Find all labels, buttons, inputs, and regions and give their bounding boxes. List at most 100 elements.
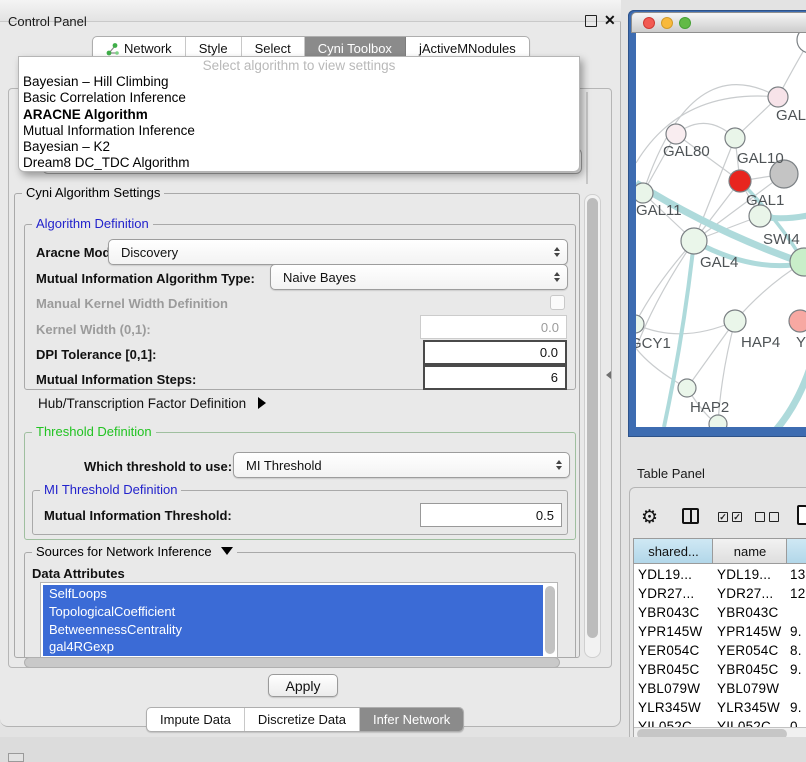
dropdown-item-bayesian-hill-climbing[interactable]: Bayesian – Hill Climbing [19,74,579,90]
unchecked-box-icon[interactable] [755,512,765,522]
table-row[interactable]: YBL079WYBL079W [634,679,806,698]
node-label: GAL [776,107,806,124]
cell [787,679,806,698]
column-header-name[interactable]: name [712,538,787,564]
node-partial-top[interactable] [797,33,806,53]
hub-section-label: Hub/Transcription Factor Definition [38,396,246,411]
mi-threshold-label: Mutual Information Threshold: [44,508,232,523]
tab-style-label: Style [199,41,228,56]
list-item-betweennesscentrality[interactable]: BetweennessCentrality [43,621,543,639]
node-gal11[interactable] [636,183,653,203]
table-row[interactable]: YLR345WYLR345W9. [634,698,806,717]
list-scrollbar-thumb[interactable] [545,586,555,654]
node-label: GAL4 [700,254,738,271]
column-header-partial[interactable] [786,538,806,564]
node-hap4[interactable] [724,310,746,332]
cell: 12 [787,584,806,603]
table-row[interactable]: YBR045CYBR045C9. [634,660,806,679]
node-label: Y [796,334,806,351]
split-columns-icon[interactable] [682,508,699,524]
settings-scrollbar-thumb[interactable] [587,198,598,638]
data-attributes-label: Data Attributes [32,566,125,581]
cell: 9. [787,660,806,679]
dropdown-item-basic-correlation[interactable]: Basic Correlation Inference [19,90,579,106]
node-gal1[interactable] [729,170,751,192]
network-canvas[interactable]: GAL GAL80 GAL10 GAL1 GAL11 GAL4 SWI4 GCY… [636,33,806,427]
node-bottom-partial[interactable] [709,415,727,427]
apply-button[interactable]: Apply [268,674,338,697]
cell: YIL052C [713,717,787,727]
settings-hscrollbar[interactable] [24,657,560,668]
table-row[interactable]: YDL19...YDL19...13 [634,565,806,584]
network-icon [106,42,119,56]
mi-steps-field[interactable]: 6 [423,365,567,390]
tab-impute-data[interactable]: Impute Data [147,708,245,731]
column-header-shared[interactable]: shared... [633,538,713,564]
cell: YPR145W [713,622,787,641]
checked-box-icon[interactable]: ✓ [732,512,742,522]
float-window-icon[interactable] [585,15,597,27]
mi-algorithm-type-combo[interactable]: Naive Bayes [270,264,568,290]
dropdown-item-dream8[interactable]: Dream8 DC_TDC Algorithm [19,155,579,171]
list-item-selfloops[interactable]: SelfLoops [43,585,543,603]
node-gal-partial[interactable] [768,87,788,107]
algorithm-definition-title: Algorithm Definition [32,216,153,232]
table-row[interactable]: YER054CYER054C8. [634,641,806,660]
dropdown-item-aracne[interactable]: ARACNE Algorithm [19,107,579,123]
checked-box-icon[interactable]: ✓ [718,512,728,522]
which-threshold-combo[interactable]: MI Threshold [233,452,570,478]
list-item-topologicalcoefficient[interactable]: TopologicalCoefficient [43,603,543,621]
node-swi4[interactable] [790,248,806,276]
dpi-tolerance-label: DPI Tolerance [0,1]: [36,347,156,362]
status-strip [0,737,806,762]
sources-title-row[interactable]: Sources for Network Inference [32,544,237,560]
which-threshold-label: Which threshold to use: [84,459,232,474]
settings-scrollbar[interactable] [584,194,601,658]
splitpane-handle[interactable] [606,371,611,379]
tab-infer-network-label: Infer Network [373,712,450,727]
node-hap2[interactable] [678,379,696,397]
control-panel-titlebar [0,0,621,22]
document-icon[interactable] [797,505,806,525]
cell: YDL19... [713,565,787,584]
gear-icon[interactable]: ⚙ [641,506,658,529]
close-icon[interactable]: ✕ [604,12,616,29]
cell: YDR27... [713,584,787,603]
unchecked-box-icon[interactable] [769,512,779,522]
aracne-mode-combo[interactable]: Discovery [108,239,568,265]
algorithm-dropdown-list: Select algorithm to view settings Bayesi… [18,56,580,172]
node-gal4[interactable] [681,228,707,254]
table-row[interactable]: YDR27...YDR27...12 [634,584,806,603]
hub-section-toggle[interactable]: Hub/Transcription Factor Definition [38,396,266,411]
tab-infer-network[interactable]: Infer Network [360,708,463,731]
cell: YER054C [634,641,713,660]
cell: YLR345W [713,698,787,717]
close-traffic-light[interactable] [643,17,655,29]
manual-kernel-width-checkbox[interactable] [550,295,565,310]
table-row[interactable]: YIL052CYIL052C0. [634,717,806,727]
node-salmon[interactable] [789,310,806,332]
cyni-bottom-tabbar: Impute Data Discretize Data Infer Networ… [146,707,464,732]
node-gal10[interactable] [725,128,745,148]
sources-title: Sources for Network Inference [36,544,212,559]
minimize-traffic-light[interactable] [661,17,673,29]
zoom-traffic-light[interactable] [679,17,691,29]
dropdown-item-bayesian-k2[interactable]: Bayesian – K2 [19,139,579,155]
dpi-tolerance-field[interactable]: 0.0 [423,340,567,365]
cell: YDL19... [634,565,713,584]
cell: YIL052C [634,717,713,727]
kernel-width-field[interactable]: 0.0 [420,315,567,339]
cell: YDR27... [634,584,713,603]
dropdown-item-mutual-information[interactable]: Mutual Information Inference [19,123,579,139]
minimized-panel-icon[interactable] [8,753,24,762]
table-row[interactable]: YPR145WYPR145W9. [634,622,806,641]
node-gal80[interactable] [666,124,686,144]
apply-button-label: Apply [285,678,320,694]
mi-threshold-value: 0.5 [536,508,554,523]
cell: YBL079W [634,679,713,698]
table-row[interactable]: YBR043CYBR043C [634,603,806,622]
list-item-gal4rgexp[interactable]: gal4RGexp [43,638,543,656]
mi-threshold-field[interactable]: 0.5 [420,503,562,527]
tab-discretize-data[interactable]: Discretize Data [245,708,360,731]
cell: YBR045C [713,660,787,679]
